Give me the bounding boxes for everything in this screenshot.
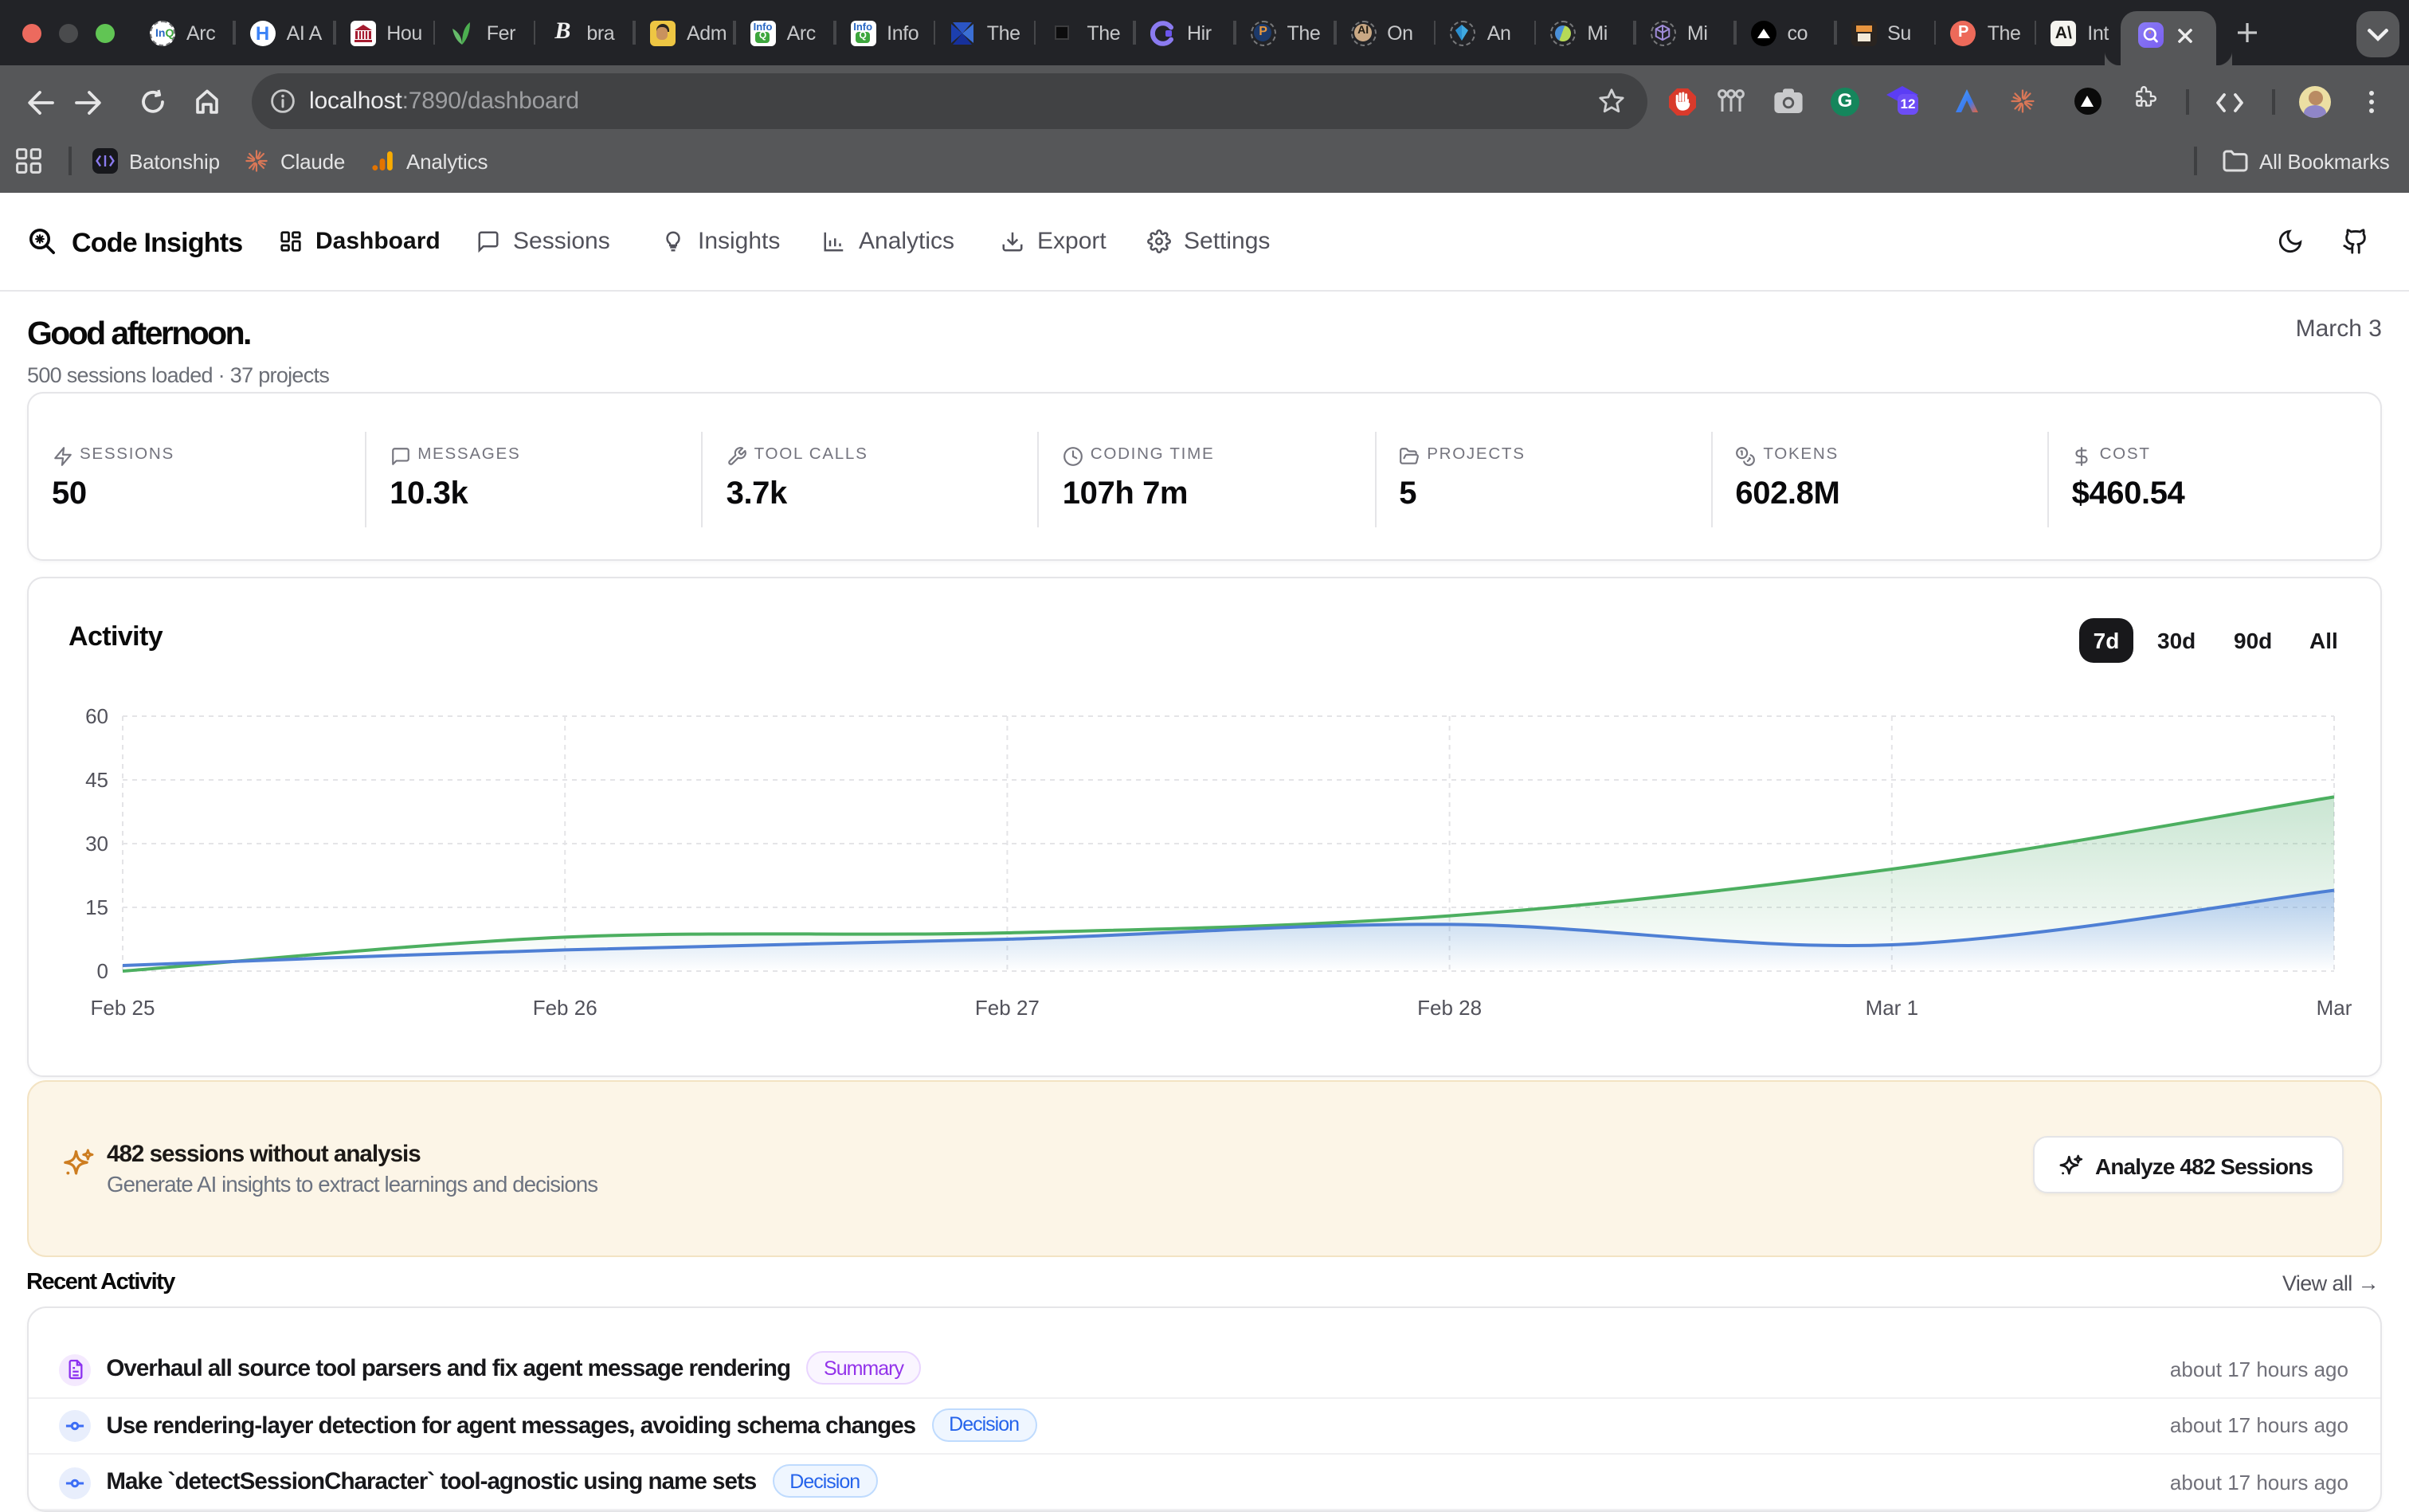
svg-text:Feb 26: Feb 26 — [533, 997, 597, 1020]
svg-text:15: 15 — [85, 896, 108, 920]
svg-text:Feb 28: Feb 28 — [1417, 997, 1482, 1020]
svg-text:60: 60 — [85, 705, 108, 729]
svg-text:45: 45 — [85, 769, 108, 793]
svg-text:Mar 1: Mar 1 — [1866, 997, 1918, 1020]
svg-text:Mar: Mar — [2317, 997, 2352, 1020]
svg-text:30: 30 — [85, 832, 108, 856]
svg-text:Feb 25: Feb 25 — [91, 997, 155, 1020]
svg-text:Feb 27: Feb 27 — [975, 997, 1040, 1020]
svg-text:0: 0 — [97, 960, 108, 984]
